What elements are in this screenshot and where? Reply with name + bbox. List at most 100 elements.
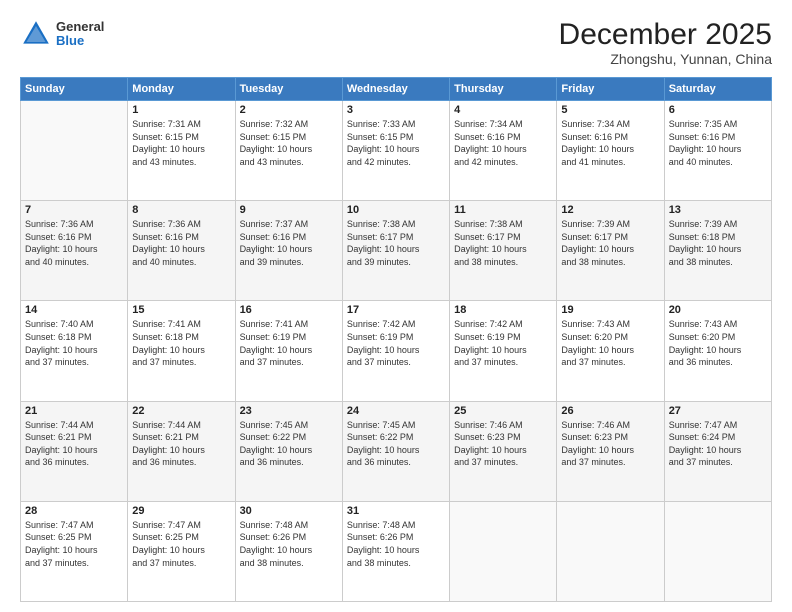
day-header-tuesday: Tuesday <box>235 78 342 101</box>
calendar-cell: 12Sunrise: 7:39 AMSunset: 6:17 PMDayligh… <box>557 201 664 301</box>
day-headers-row: SundayMondayTuesdayWednesdayThursdayFrid… <box>21 78 772 101</box>
calendar-cell: 28 Sunrise: 7:47 AMSunset: 6:25 PMDayligh… <box>21 501 128 601</box>
day-number: 5 <box>561 104 659 116</box>
day-info: Sunrise: 7:46 AMSunset: 6:23 PMDaylight:… <box>561 419 659 469</box>
day-number: 4 <box>454 104 552 116</box>
header: General Blue December 2025 Zhongshu, Yun… <box>20 18 772 67</box>
day-info: Sunrise: 7:42 AMSunset: 6:19 PMDaylight:… <box>454 318 552 368</box>
day-info: Sunrise: 7:43 AMSunset: 6:20 PMDaylight:… <box>669 318 767 368</box>
day-info: Sunrise: 7:47 AMSunset: 6:25 PMDaylight:… <box>132 519 230 569</box>
day-number: 13 <box>669 204 767 216</box>
week-row-4: 21 Sunrise: 7:44 AMSunset: 6:21 PMDayligh… <box>21 401 772 501</box>
day-info: Sunrise: 7:40 AMSunset: 6:18 PMDaylight:… <box>25 318 123 368</box>
calendar-cell: 24Sunrise: 7:45 AMSunset: 6:22 PMDayligh… <box>342 401 449 501</box>
calendar-cell <box>450 501 557 601</box>
calendar-table: SundayMondayTuesdayWednesdayThursdayFrid… <box>20 77 772 602</box>
calendar-cell: 13 Sunrise: 7:39 AMSunset: 6:18 PMDayligh… <box>664 201 771 301</box>
day-header-monday: Monday <box>128 78 235 101</box>
week-row-5: 28 Sunrise: 7:47 AMSunset: 6:25 PMDayligh… <box>21 501 772 601</box>
day-number: 25 <box>454 405 552 417</box>
day-number: 18 <box>454 304 552 316</box>
logo-icon <box>20 18 52 50</box>
day-header-saturday: Saturday <box>664 78 771 101</box>
day-info: Sunrise: 7:47 AMSunset: 6:25 PMDaylight:… <box>25 519 123 569</box>
day-info: Sunrise: 7:48 AMSunset: 6:26 PMDaylight:… <box>347 519 445 569</box>
calendar-cell: 2 Sunrise: 7:32 AMSunset: 6:15 PMDaylight… <box>235 101 342 201</box>
calendar-cell: 16 Sunrise: 7:41 AMSunset: 6:19 PMDayligh… <box>235 301 342 401</box>
day-info: Sunrise: 7:43 AMSunset: 6:20 PMDaylight:… <box>561 318 659 368</box>
day-info: Sunrise: 7:34 AMSunset: 6:16 PMDaylight:… <box>561 118 659 168</box>
logo-text: General Blue <box>56 20 104 49</box>
day-info: Sunrise: 7:46 AMSunset: 6:23 PMDaylight:… <box>454 419 552 469</box>
day-info: Sunrise: 7:41 AMSunset: 6:18 PMDaylight:… <box>132 318 230 368</box>
calendar-cell: 11 Sunrise: 7:38 AMSunset: 6:17 PMDayligh… <box>450 201 557 301</box>
calendar-cell: 29 Sunrise: 7:47 AMSunset: 6:25 PMDayligh… <box>128 501 235 601</box>
day-info: Sunrise: 7:48 AMSunset: 6:26 PMDaylight:… <box>240 519 338 569</box>
logo-general-text: General <box>56 20 104 34</box>
calendar-cell: 5 Sunrise: 7:34 AMSunset: 6:16 PMDaylight… <box>557 101 664 201</box>
day-number: 11 <box>454 204 552 216</box>
day-number: 10 <box>347 204 445 216</box>
day-number: 1 <box>132 104 230 116</box>
day-info: Sunrise: 7:41 AMSunset: 6:19 PMDaylight:… <box>240 318 338 368</box>
day-number: 3 <box>347 104 445 116</box>
calendar-cell: 21 Sunrise: 7:44 AMSunset: 6:21 PMDayligh… <box>21 401 128 501</box>
day-number: 28 <box>25 505 123 517</box>
day-info: Sunrise: 7:32 AMSunset: 6:15 PMDaylight:… <box>240 118 338 168</box>
day-number: 21 <box>25 405 123 417</box>
day-number: 23 <box>240 405 338 417</box>
day-info: Sunrise: 7:39 AMSunset: 6:17 PMDaylight:… <box>561 218 659 268</box>
day-number: 6 <box>669 104 767 116</box>
day-number: 27 <box>669 405 767 417</box>
calendar-cell: 23 Sunrise: 7:45 AMSunset: 6:22 PMDayligh… <box>235 401 342 501</box>
calendar-cell: 14 Sunrise: 7:40 AMSunset: 6:18 PMDayligh… <box>21 301 128 401</box>
day-number: 9 <box>240 204 338 216</box>
day-number: 14 <box>25 304 123 316</box>
calendar-cell: 22Sunrise: 7:44 AMSunset: 6:21 PMDayligh… <box>128 401 235 501</box>
day-header-wednesday: Wednesday <box>342 78 449 101</box>
day-header-friday: Friday <box>557 78 664 101</box>
logo-blue-text: Blue <box>56 34 104 48</box>
day-number: 30 <box>240 505 338 517</box>
week-row-2: 7Sunrise: 7:36 AMSunset: 6:16 PMDaylight… <box>21 201 772 301</box>
day-info: Sunrise: 7:36 AMSunset: 6:16 PMDaylight:… <box>132 218 230 268</box>
day-number: 19 <box>561 304 659 316</box>
day-header-thursday: Thursday <box>450 78 557 101</box>
day-number: 29 <box>132 505 230 517</box>
calendar-cell: 18 Sunrise: 7:42 AMSunset: 6:19 PMDayligh… <box>450 301 557 401</box>
calendar-cell: 30 Sunrise: 7:48 AMSunset: 6:26 PMDayligh… <box>235 501 342 601</box>
calendar-header: SundayMondayTuesdayWednesdayThursdayFrid… <box>21 78 772 101</box>
week-row-1: 1 Sunrise: 7:31 AMSunset: 6:15 PMDaylight… <box>21 101 772 201</box>
calendar-cell: 10Sunrise: 7:38 AMSunset: 6:17 PMDayligh… <box>342 201 449 301</box>
page: General Blue December 2025 Zhongshu, Yun… <box>0 0 792 612</box>
day-info: Sunrise: 7:36 AMSunset: 6:16 PMDaylight:… <box>25 218 123 268</box>
calendar-cell: 17Sunrise: 7:42 AMSunset: 6:19 PMDayligh… <box>342 301 449 401</box>
day-number: 2 <box>240 104 338 116</box>
calendar-cell: 4Sunrise: 7:34 AMSunset: 6:16 PMDaylight… <box>450 101 557 201</box>
day-info: Sunrise: 7:45 AMSunset: 6:22 PMDaylight:… <box>347 419 445 469</box>
calendar-cell: 3Sunrise: 7:33 AMSunset: 6:15 PMDaylight… <box>342 101 449 201</box>
day-number: 31 <box>347 505 445 517</box>
day-info: Sunrise: 7:31 AMSunset: 6:15 PMDaylight:… <box>132 118 230 168</box>
day-number: 16 <box>240 304 338 316</box>
day-info: Sunrise: 7:39 AMSunset: 6:18 PMDaylight:… <box>669 218 767 268</box>
day-number: 17 <box>347 304 445 316</box>
title-block: December 2025 Zhongshu, Yunnan, China <box>559 18 772 67</box>
calendar-cell <box>21 101 128 201</box>
day-number: 15 <box>132 304 230 316</box>
day-info: Sunrise: 7:44 AMSunset: 6:21 PMDaylight:… <box>25 419 123 469</box>
logo: General Blue <box>20 18 104 50</box>
day-number: 8 <box>132 204 230 216</box>
calendar-cell: 31 Sunrise: 7:48 AMSunset: 6:26 PMDayligh… <box>342 501 449 601</box>
calendar-cell: 26Sunrise: 7:46 AMSunset: 6:23 PMDayligh… <box>557 401 664 501</box>
calendar-title: December 2025 <box>559 18 772 51</box>
calendar-cell: 20Sunrise: 7:43 AMSunset: 6:20 PMDayligh… <box>664 301 771 401</box>
calendar-cell: 15 Sunrise: 7:41 AMSunset: 6:18 PMDayligh… <box>128 301 235 401</box>
calendar-cell: 6Sunrise: 7:35 AMSunset: 6:16 PMDaylight… <box>664 101 771 201</box>
day-info: Sunrise: 7:37 AMSunset: 6:16 PMDaylight:… <box>240 218 338 268</box>
day-info: Sunrise: 7:45 AMSunset: 6:22 PMDaylight:… <box>240 419 338 469</box>
day-info: Sunrise: 7:38 AMSunset: 6:17 PMDaylight:… <box>454 218 552 268</box>
calendar-cell: 25 Sunrise: 7:46 AMSunset: 6:23 PMDayligh… <box>450 401 557 501</box>
day-number: 22 <box>132 405 230 417</box>
calendar-cell: 7Sunrise: 7:36 AMSunset: 6:16 PMDaylight… <box>21 201 128 301</box>
